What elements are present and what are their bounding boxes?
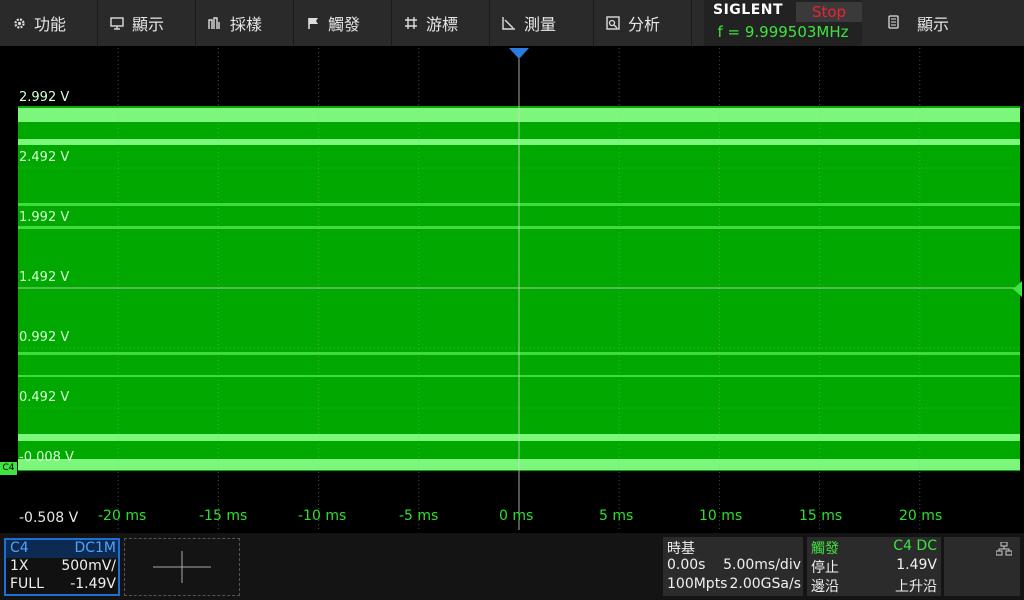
trigger-level: 1.49V <box>896 557 937 573</box>
x-axis-label: -10 ms <box>298 508 347 524</box>
menu-analysis-button[interactable]: 分析 <box>594 0 692 46</box>
channel-probe: 1X <box>10 558 29 574</box>
cursor-icon <box>404 16 418 30</box>
waveform-display[interactable] <box>18 48 1020 530</box>
menu-trigger-label: 觸發 <box>328 15 361 34</box>
y-axis-label: 2.992 V <box>19 90 70 105</box>
x-axis-label: 15 ms <box>799 508 843 524</box>
trigger-state: 停止 <box>811 560 839 576</box>
menu-measure-button[interactable]: 測量 <box>490 0 594 46</box>
monitor-icon <box>110 16 124 30</box>
channel-offset-marker[interactable]: C4 <box>0 462 17 475</box>
menu-display-button[interactable]: 顯示 <box>98 0 196 46</box>
x-axis-label: 20 ms <box>899 508 943 524</box>
network-icon <box>996 542 1012 556</box>
channel-offset: -1.49V <box>70 576 116 592</box>
menu-display-label: 顯示 <box>132 15 165 34</box>
channel-coupling: DC1M <box>74 540 116 556</box>
x-axis-label: 0 ms <box>499 508 534 524</box>
network-status-panel[interactable] <box>944 537 1020 596</box>
trigger-slope: 上升沿 <box>895 579 937 595</box>
timebase-title: 時基 <box>667 541 695 557</box>
sample-rate: 2.00GSa/s <box>729 576 802 592</box>
add-channel-slot[interactable] <box>124 538 240 596</box>
x-axis-label: 5 ms <box>599 508 634 524</box>
status-panel: SIGLENT Stop f = 9.999503MHz <box>704 0 862 46</box>
menu-acquire-label: 採樣 <box>230 15 263 34</box>
y-axis-label: -0.508 V <box>19 510 79 526</box>
run-stop-indicator[interactable]: Stop <box>796 2 862 22</box>
menu-measure-label: 測量 <box>524 15 557 34</box>
display-panel-label: 顯示 <box>917 15 950 34</box>
x-axis-label: -20 ms <box>98 508 147 524</box>
timebase-delay: 0.00s <box>667 557 706 573</box>
menu-function-button[interactable]: 功能 <box>0 0 98 46</box>
trigger-title: 觸發 <box>811 541 839 557</box>
channel-c4-info[interactable]: C4 DC1M 1X 500mV/ FULL -1.49V <box>4 538 120 596</box>
timebase-scale: 5.00ms/div <box>723 557 801 573</box>
y-axis-label: 1.492 V <box>19 270 70 285</box>
menu-acquire-button[interactable]: 採樣 <box>196 0 294 46</box>
channel-name: C4 <box>10 540 29 556</box>
y-axis-label: 0.492 V <box>19 390 70 405</box>
menu-function-label: 功能 <box>34 15 67 34</box>
trigger-level-marker[interactable] <box>1012 281 1022 297</box>
menu-cursor-label: 游標 <box>426 15 459 34</box>
y-axis-label: 0.992 V <box>19 330 70 345</box>
display-panel-button[interactable]: 顯示 <box>876 0 1024 46</box>
x-axis-label: -5 ms <box>399 508 439 524</box>
trigger-type: 邊沿 <box>811 579 839 595</box>
trigger-source: C4 DC <box>893 538 937 554</box>
channel-scale: 500mV/ <box>61 558 116 574</box>
frequency-counter: f = 9.999503MHz <box>717 23 849 41</box>
acquire-icon <box>208 16 222 30</box>
measure-icon <box>502 16 516 30</box>
document-icon <box>888 14 899 33</box>
graticule <box>18 48 1020 530</box>
menu-trigger-button[interactable]: 觸發 <box>294 0 392 46</box>
menu-cursor-button[interactable]: 游標 <box>392 0 490 46</box>
x-axis-label: -15 ms <box>199 508 248 524</box>
brand-logo: SIGLENT <box>713 2 784 18</box>
x-axis-label: 10 ms <box>699 508 743 524</box>
trigger-panel[interactable]: 觸發 C4 DC 停止 1.49V 邊沿 上升沿 <box>807 537 941 596</box>
trigger-position-marker[interactable] <box>509 48 529 60</box>
menu-analysis-label: 分析 <box>628 15 661 34</box>
y-axis-label: 2.492 V <box>19 150 70 165</box>
gear-icon <box>12 16 26 30</box>
channel-bandwidth: FULL <box>10 576 44 592</box>
top-menu-bar: 功能 顯示 採樣 觸發 游標 測量 分析 SIGLENT Stop f = 9.… <box>0 0 1024 46</box>
memory-depth: 100Mpts <box>667 576 728 592</box>
y-axis-label: -0.008 V <box>19 450 74 465</box>
y-axis-label: 1.992 V <box>19 210 70 225</box>
plus-icon <box>153 551 211 583</box>
flag-icon <box>306 16 320 30</box>
timebase-panel[interactable]: 時基 0.00s 5.00ms/div 100Mpts 2.00GSa/s <box>663 537 803 596</box>
analysis-icon <box>606 16 620 30</box>
